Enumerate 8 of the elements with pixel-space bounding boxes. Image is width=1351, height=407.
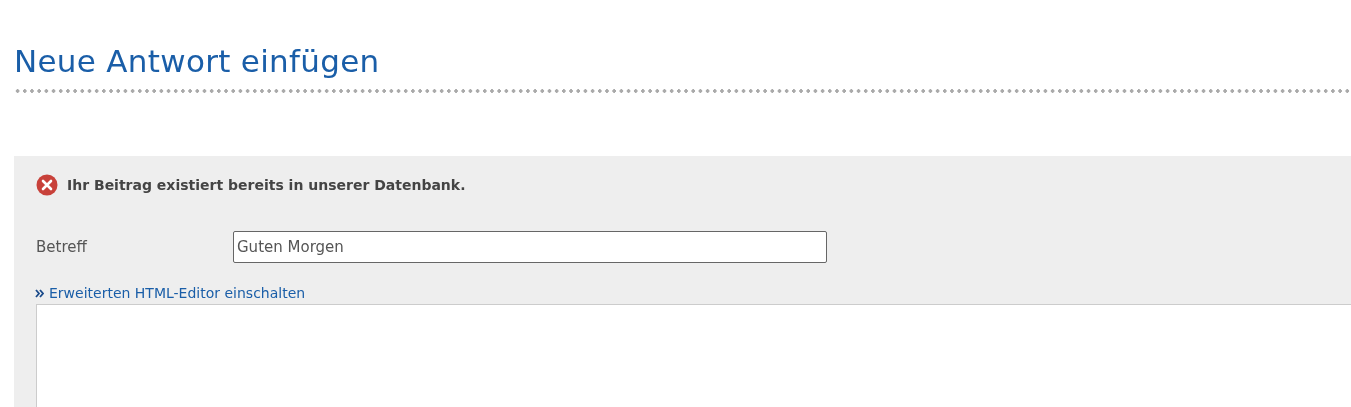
page-title: Neue Antwort einfügen — [14, 42, 381, 80]
subject-field[interactable]: Guten Morgen — [233, 231, 827, 263]
html-editor-link[interactable]: Erweiterten HTML-Editor einschalten — [49, 285, 306, 301]
message-editor[interactable] — [36, 304, 1351, 407]
double-chevron-icon — [35, 288, 44, 298]
subject-label: Betreff — [36, 238, 88, 256]
error-icon — [36, 174, 58, 196]
error-message: Ihr Beitrag existiert bereits in unserer Datenbank. — [67, 177, 466, 193]
